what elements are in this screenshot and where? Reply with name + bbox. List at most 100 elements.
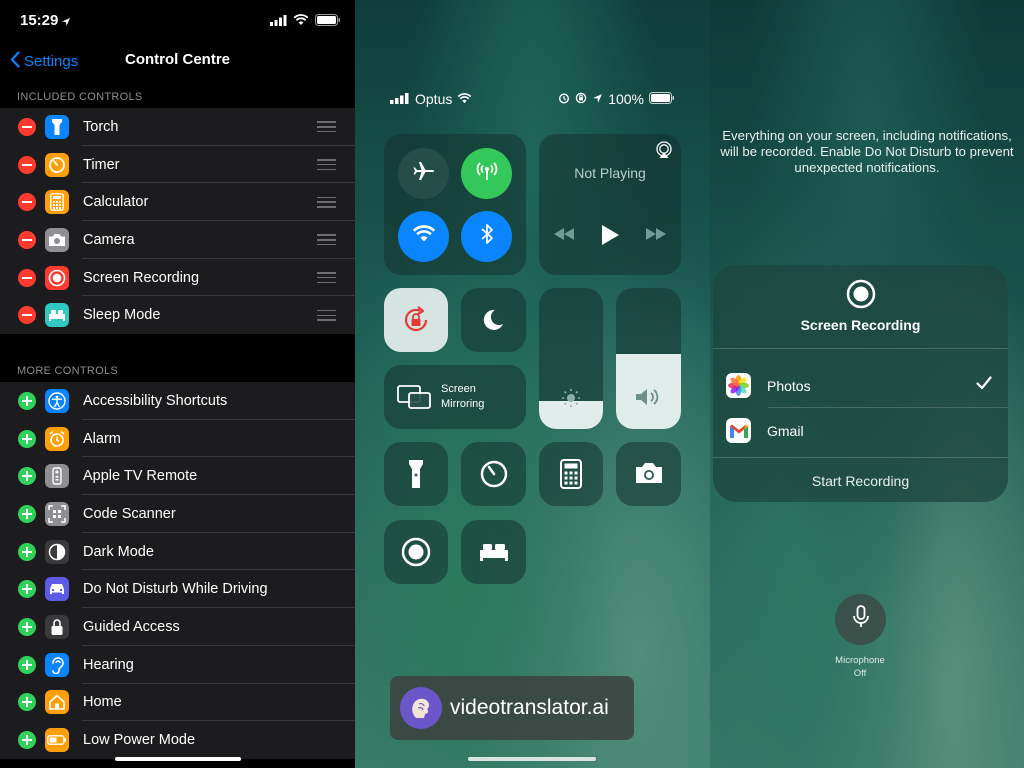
now-playing-label: Not Playing — [574, 165, 646, 181]
cellular-data-toggle[interactable] — [461, 148, 512, 199]
control-label: Accessibility Shortcuts — [83, 392, 228, 409]
brightness-slider[interactable] — [539, 288, 603, 429]
remove-control-button[interactable] — [18, 268, 36, 287]
reorder-handle-icon[interactable] — [317, 159, 336, 171]
option-photos[interactable]: Photos — [713, 363, 1008, 408]
antenna-icon — [475, 159, 499, 188]
torch-icon — [45, 114, 69, 139]
plus-icon — [22, 395, 32, 406]
minus-icon — [22, 201, 32, 204]
more-control-row: Accessibility Shortcuts — [0, 382, 355, 420]
minus-icon — [22, 314, 32, 317]
status-indicators — [270, 13, 341, 31]
screen-mirroring-button[interactable]: Screen Mirroring — [384, 365, 526, 429]
timer-icon — [45, 152, 69, 177]
ear-icon — [45, 652, 69, 677]
lock-icon — [45, 614, 69, 639]
included-control-row: Sleep Mode — [0, 296, 355, 334]
calculator-button[interactable] — [539, 442, 603, 506]
plus-icon — [22, 584, 32, 595]
wifi-icon — [412, 224, 436, 249]
add-control-button[interactable] — [18, 655, 36, 674]
screen-recording-card: Screen Recording Photos Gmail Start Reco… — [713, 265, 1008, 502]
control-centre-panel: Optus 100% Not Playing Screen Mirroring … — [355, 0, 710, 768]
speaker-icon — [634, 386, 664, 413]
plus-icon — [22, 697, 32, 708]
alarm-icon — [558, 91, 570, 107]
control-label: Dark Mode — [83, 543, 154, 560]
bluetooth-toggle[interactable] — [461, 211, 512, 262]
included-controls-header: INCLUDED CONTROLS — [0, 81, 355, 109]
plus-icon — [22, 735, 32, 746]
airplane-mode-toggle[interactable] — [398, 148, 449, 199]
reorder-handle-icon[interactable] — [317, 272, 336, 284]
calculator-icon — [45, 190, 69, 215]
gmail-icon — [726, 418, 751, 443]
add-control-button[interactable] — [18, 504, 36, 523]
battery-icon — [649, 91, 675, 107]
divider — [713, 348, 1008, 349]
add-control-button[interactable] — [18, 580, 36, 599]
camera-icon — [45, 227, 69, 252]
add-control-button[interactable] — [18, 617, 36, 636]
play-icon[interactable] — [600, 224, 620, 251]
camera-icon — [634, 461, 664, 490]
add-control-button[interactable] — [18, 542, 36, 561]
do-not-disturb-toggle[interactable] — [461, 288, 526, 352]
add-control-button[interactable] — [18, 467, 36, 486]
rewind-icon[interactable] — [553, 227, 575, 246]
reorder-handle-icon[interactable] — [317, 309, 336, 321]
add-control-button[interactable] — [18, 391, 36, 410]
option-label: Photos — [767, 377, 811, 394]
remove-control-button[interactable] — [18, 155, 36, 174]
add-control-button[interactable] — [18, 693, 36, 712]
control-label: Camera — [83, 231, 135, 248]
watermark-logo — [400, 687, 442, 729]
remove-control-button[interactable] — [18, 193, 36, 212]
camera-button[interactable] — [616, 442, 681, 506]
wifi-toggle[interactable] — [398, 211, 449, 262]
start-recording-button[interactable]: Start Recording — [713, 473, 1008, 489]
included-control-row: Torch — [0, 108, 355, 146]
recording-title: Screen Recording — [800, 317, 921, 333]
fast-forward-icon[interactable] — [645, 227, 667, 246]
calculator-icon — [560, 459, 582, 494]
home-icon — [45, 690, 69, 715]
reorder-handle-icon[interactable] — [317, 196, 336, 208]
rotation-lock-icon — [575, 91, 587, 107]
remove-control-button[interactable] — [18, 306, 36, 325]
now-playing-tile: Not Playing — [539, 134, 681, 275]
timer-icon — [479, 459, 509, 494]
included-control-row: Screen Recording — [0, 259, 355, 297]
record-icon — [401, 537, 431, 572]
more-control-row: Do Not Disturb While Driving — [0, 570, 355, 609]
plus-icon — [22, 471, 32, 482]
reorder-handle-icon[interactable] — [317, 234, 336, 246]
carrier-label: Optus — [415, 91, 453, 107]
sleep-mode-button[interactable] — [461, 520, 526, 584]
bed-icon — [478, 542, 510, 567]
volume-slider[interactable] — [616, 288, 681, 429]
control-label: Code Scanner — [83, 505, 176, 522]
option-gmail[interactable]: Gmail — [713, 408, 1008, 453]
remove-control-button[interactable] — [18, 230, 36, 249]
option-label: Gmail — [767, 422, 804, 439]
more-control-row: Apple TV Remote — [0, 457, 355, 496]
settings-panel: 15:29 Settings Control Centre INCLUDED C… — [0, 0, 355, 768]
remove-control-button[interactable] — [18, 117, 36, 136]
add-control-button[interactable] — [18, 429, 36, 448]
more-control-row: Home — [0, 684, 355, 722]
rotation-lock-toggle[interactable] — [384, 288, 448, 352]
minus-icon — [22, 125, 32, 128]
control-label: Screen Recording — [83, 269, 200, 286]
add-control-button[interactable] — [18, 731, 36, 750]
microphone-toggle[interactable] — [835, 594, 886, 645]
torch-button[interactable] — [384, 442, 448, 506]
screen-recording-button[interactable] — [384, 520, 448, 584]
reorder-handle-icon[interactable] — [317, 121, 336, 133]
airplane-icon — [412, 159, 436, 188]
control-label: Timer — [83, 156, 120, 173]
timer-button[interactable] — [461, 442, 526, 506]
control-label: Torch — [83, 118, 119, 135]
airplay-icon[interactable] — [655, 141, 673, 164]
